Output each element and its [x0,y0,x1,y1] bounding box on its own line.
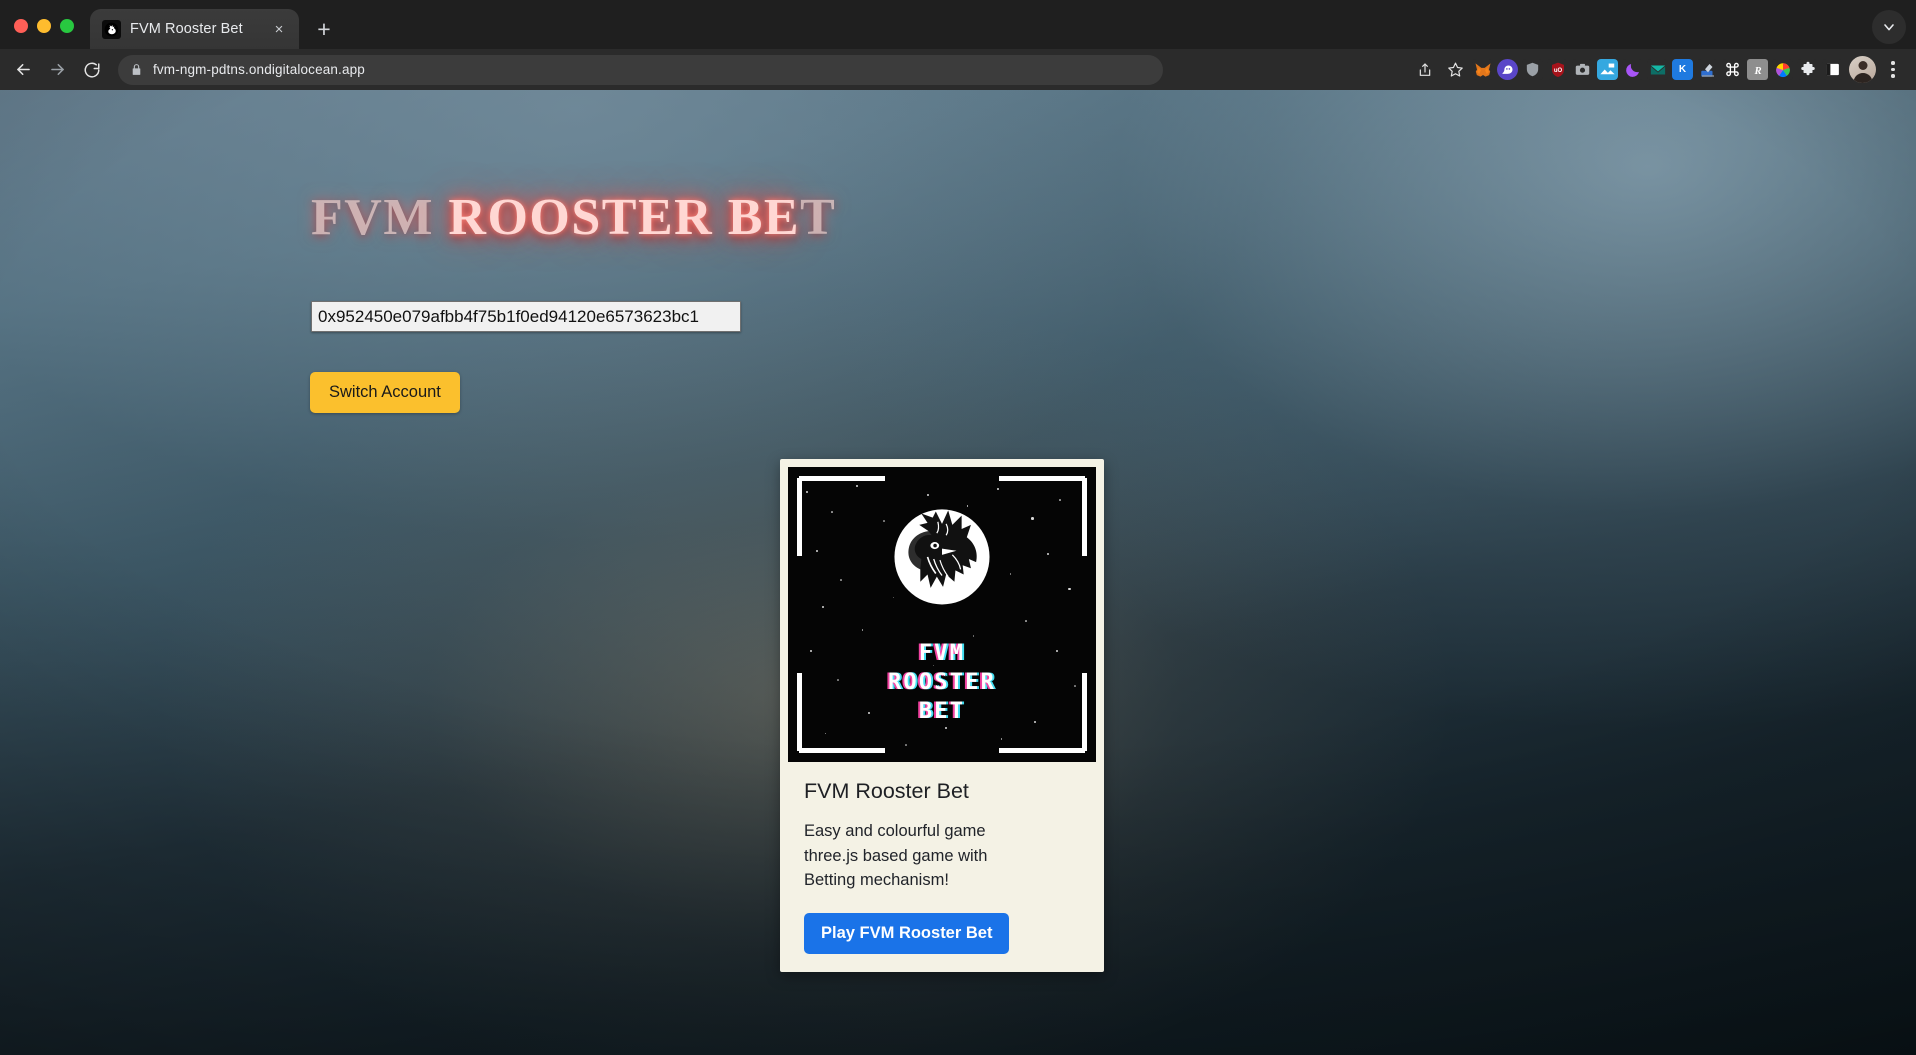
page-title-prefix: FVM [311,189,449,246]
svg-text:R: R [1753,66,1761,77]
back-button[interactable] [8,54,39,85]
download-extension[interactable] [1697,59,1718,80]
frame-right-upper [1082,478,1087,556]
frame-bottom-left [799,748,885,753]
keeper-extension[interactable]: K [1672,59,1693,80]
game-poster: FVM ROOSTER BET [788,467,1096,762]
minimize-window-button[interactable] [37,19,51,33]
mail-extension[interactable] [1647,59,1668,80]
close-tab-button[interactable]: × [269,19,289,39]
poster-line-3: BET [918,699,966,725]
url-text: fvm-ngm-pdtns.ondigitalocean.app [153,62,365,77]
browser-menu-icon[interactable] [1880,56,1906,83]
page-title-suffix: T [800,189,837,246]
frame-top-left [799,476,885,481]
game-card: FVM ROOSTER BET FVM Rooster Bet Easy and… [780,459,1104,972]
page-title: FVM ROOSTER BET [311,192,836,244]
frame-left-upper [797,478,802,556]
address-bar[interactable]: fvm-ngm-pdtns.ondigitalocean.app [118,54,1163,85]
forward-button[interactable] [42,54,73,85]
rooster-logo-icon [880,497,1004,621]
window-traffic-lights [14,19,90,49]
star-icon[interactable] [1441,56,1469,84]
image-tool-extension[interactable] [1597,59,1618,80]
browser-toolbar: fvm-ngm-pdtns.ondigitalocean.app uO K R [0,49,1916,90]
avatar-body [1853,73,1872,83]
extension-icons: uO K R [1472,59,1843,80]
poster-line-2: ROOSTER [887,670,997,696]
screenshot-extension[interactable] [1572,59,1593,80]
poster-line-1: FVM [918,641,966,666]
browser-window: FVM Rooster Bet × + fvm-ngm-pdtns.ondigi… [0,0,1916,1055]
game-card-description: Easy and colourful game three.js based g… [804,822,988,890]
metamask-extension[interactable] [1472,59,1493,80]
ublock-origin-extension[interactable]: uO [1547,59,1568,80]
page-title-highlight: ROOSTER [448,189,714,246]
omnibox-actions [1411,56,1469,84]
new-tab-button[interactable]: + [306,11,342,47]
side-panel-toggle[interactable] [1822,59,1843,80]
night-mode-extension[interactable] [1622,59,1643,80]
share-icon[interactable] [1411,56,1439,84]
svg-text:uO: uO [1553,67,1562,73]
game-card-title: FVM Rooster Bet [804,779,969,803]
phantom-wallet-extension[interactable] [1497,59,1518,80]
play-game-button[interactable]: Play FVM Rooster Bet [804,912,1010,954]
shield-extension[interactable] [1522,59,1543,80]
rooster-favicon [102,19,121,39]
tab-strip-right [1872,10,1906,44]
frame-top-right [999,476,1085,481]
frame-bottom-right [999,748,1085,753]
tab-title: FVM Rooster Bet [130,21,243,37]
avatar-head [1858,61,1867,70]
game-card-body: FVM Rooster Bet Easy and colourful game … [788,762,1096,972]
command-extension[interactable] [1722,59,1743,80]
extensions-puzzle[interactable] [1797,59,1818,80]
poster-title: FVM ROOSTER BET [788,639,1096,726]
browser-tab[interactable]: FVM Rooster Bet × [90,9,299,49]
wallet-address-input[interactable] [311,301,741,332]
maximize-window-button[interactable] [60,19,74,33]
page-title-mid: BE [713,189,801,246]
lock-icon [130,63,143,76]
reload-button[interactable] [76,54,107,85]
chevron-down-icon[interactable] [1872,10,1906,44]
page-viewport: FVM ROOSTER BET Switch Account [0,90,1916,1055]
profile-avatar[interactable] [1849,56,1876,83]
switch-account-button[interactable]: Switch Account [310,372,460,413]
close-window-button[interactable] [14,19,28,33]
color-picker-extension[interactable] [1772,59,1793,80]
tab-strip: FVM Rooster Bet × + [0,0,1916,49]
script-extension[interactable]: R [1747,59,1768,80]
